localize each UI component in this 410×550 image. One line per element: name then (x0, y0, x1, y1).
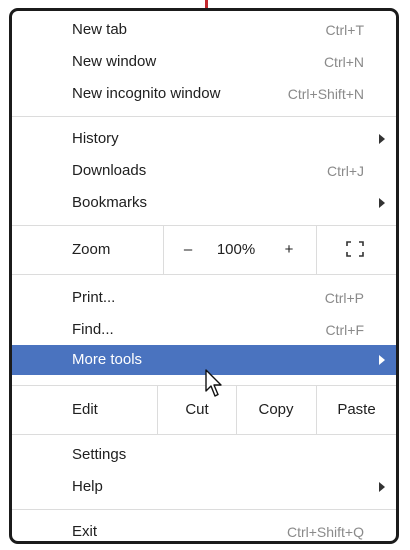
chevron-right-icon (379, 482, 385, 492)
zoom-in-button[interactable]: + (274, 226, 304, 274)
mouse-pointer-icon (205, 369, 222, 397)
menu-item-new-tab[interactable]: New tab Ctrl+T (12, 15, 396, 45)
zoom-row: Zoom – 100% + (12, 226, 396, 274)
edit-label: Edit (72, 401, 98, 418)
menu-item-shortcut: Ctrl+Shift+Q (286, 524, 364, 540)
menu-item-label: Print... (72, 289, 116, 306)
chevron-right-icon (379, 134, 385, 144)
menu-item-find[interactable]: Find... Ctrl+F (12, 315, 396, 345)
menu-item-label: Find... (72, 321, 114, 338)
zoom-out-button[interactable]: – (172, 226, 204, 274)
menu-item-label: History (72, 130, 119, 147)
menu-item-print[interactable]: Print... Ctrl+P (12, 283, 396, 313)
menu-item-label: Exit (72, 523, 98, 540)
menu-item-label: New window (72, 53, 157, 70)
chevron-right-icon (379, 198, 385, 208)
top-accent-mark (205, 0, 208, 8)
menu-item-shortcut: Ctrl+J (327, 163, 364, 179)
menu-item-label: New tab (72, 21, 128, 38)
paste-button[interactable]: Paste (317, 386, 396, 434)
menu-item-shortcut: Ctrl+N (323, 54, 364, 70)
zoom-label: Zoom (72, 241, 111, 258)
menu-item-label: Help (72, 478, 103, 495)
chevron-right-icon (379, 355, 385, 365)
browser-context-menu: New tab Ctrl+T New window Ctrl+N New inc… (9, 8, 399, 544)
menu-item-label: New incognito window (72, 85, 221, 102)
menu-item-downloads[interactable]: Downloads Ctrl+J (12, 156, 396, 186)
menu-item-bookmarks[interactable]: Bookmarks (12, 188, 396, 218)
menu-item-shortcut: Ctrl+F (325, 322, 365, 338)
fullscreen-icon[interactable] (346, 241, 364, 257)
menu-item-new-incognito-window[interactable]: New incognito window Ctrl+Shift+N (12, 79, 396, 109)
menu-item-shortcut: Ctrl+Shift+N (287, 86, 364, 102)
menu-item-label: Downloads (72, 162, 147, 179)
zoom-divider (163, 226, 164, 274)
menu-item-label: Settings (72, 446, 127, 463)
menu-item-shortcut: Ctrl+P (324, 290, 364, 306)
menu-item-new-window[interactable]: New window Ctrl+N (12, 47, 396, 77)
menu-separator (12, 509, 396, 510)
menu-item-settings[interactable]: Settings (12, 440, 396, 470)
menu-separator (12, 116, 396, 117)
zoom-divider (316, 226, 317, 274)
menu-item-exit[interactable]: Exit Ctrl+Shift+Q (12, 517, 396, 541)
menu-item-label: Bookmarks (72, 194, 148, 211)
copy-button[interactable]: Copy (237, 386, 315, 434)
zoom-level: 100% (216, 241, 256, 258)
menu-separator (12, 274, 396, 275)
menu-item-help[interactable]: Help (12, 472, 396, 502)
menu-item-label: More tools (72, 351, 143, 368)
menu-item-history[interactable]: History (12, 124, 396, 154)
menu-separator (12, 434, 396, 435)
menu-item-shortcut: Ctrl+T (325, 22, 365, 38)
